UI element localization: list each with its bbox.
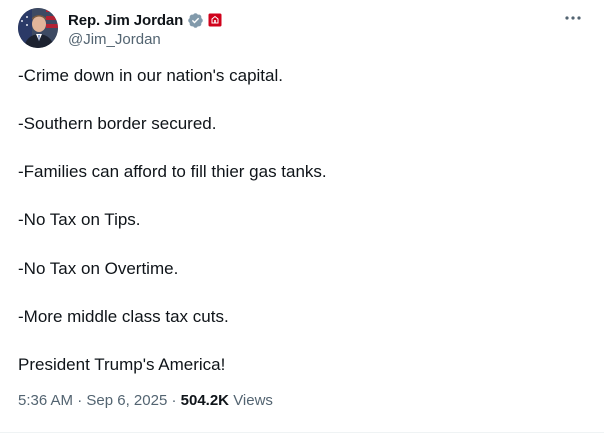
tweet-line: -Families can afford to fill thier gas t… [18, 162, 327, 181]
avatar-photo-icon [18, 8, 58, 48]
views-count[interactable]: 504.2K [181, 392, 229, 409]
tweet-time[interactable]: 5:36 AM [18, 392, 73, 409]
more-options-button[interactable] [558, 8, 588, 28]
tweet-line: President Trump's America! [18, 355, 226, 374]
meta-separator: · [77, 392, 83, 409]
us-house-badge-icon[interactable] [208, 13, 222, 27]
meta-separator: · [171, 392, 177, 409]
views-label: Views [233, 392, 273, 409]
tweet-meta: 5:36 AM · Sep 6, 2025 · 504.2K Views [18, 392, 273, 409]
author-display-name[interactable]: Rep. Jim Jordan [68, 12, 183, 29]
more-dots-icon [565, 16, 581, 20]
tweet-header: Rep. Jim Jordan @Jim_Jordan [18, 8, 596, 52]
tweet-line: -More middle class tax cuts. [18, 307, 229, 326]
tweet-line: -No Tax on Overtime. [18, 259, 179, 278]
tweet-line: -No Tax on Tips. [18, 210, 141, 229]
author-info: Rep. Jim Jordan @Jim_Jordan [68, 10, 222, 48]
avatar[interactable] [18, 8, 58, 48]
author-handle[interactable]: @Jim_Jordan [68, 31, 222, 48]
author-name-row: Rep. Jim Jordan [68, 10, 222, 30]
tweet-line: -Southern border secured. [18, 114, 217, 133]
verified-badge-icon[interactable] [187, 12, 204, 29]
tweet-line: -Crime down in our nation's capital. [18, 66, 283, 85]
tweet-date[interactable]: Sep 6, 2025 [86, 392, 167, 409]
tweet-card: Rep. Jim Jordan @Jim_Jordan -Crime down … [0, 0, 604, 433]
